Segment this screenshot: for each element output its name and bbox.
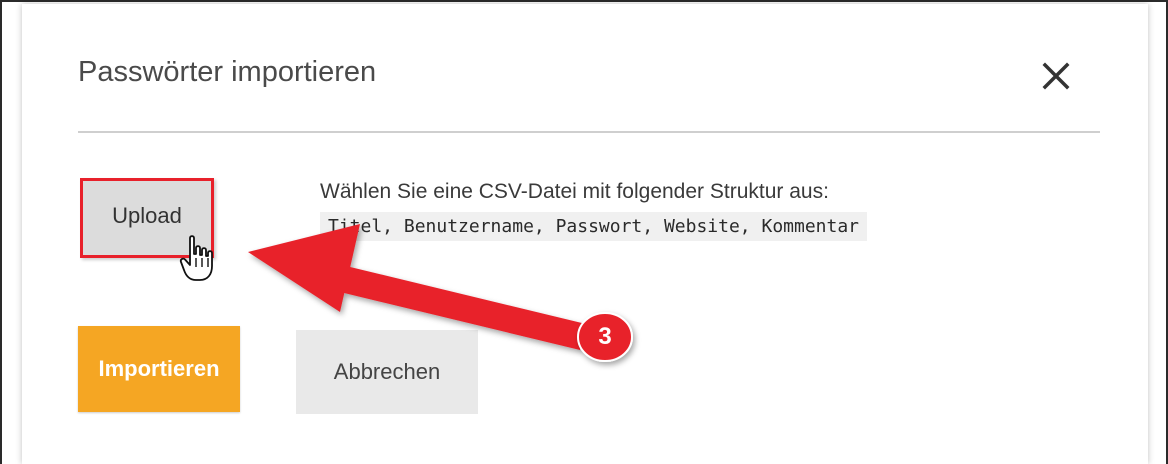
dialog-title: Passwörter importieren	[78, 56, 377, 88]
cancel-button[interactable]: Abbrechen	[296, 330, 478, 414]
close-button[interactable]	[1036, 56, 1076, 96]
window-frame-left	[0, 0, 2, 464]
import-button[interactable]: Importieren	[78, 326, 240, 412]
header-divider	[78, 131, 1100, 133]
close-icon	[1042, 62, 1070, 90]
import-button-label: Importieren	[98, 356, 220, 381]
csv-structure-code: Titel, Benutzername, Passwort, Website, …	[320, 212, 868, 241]
window-frame-top	[0, 0, 1168, 2]
hand-pointer-icon	[179, 235, 213, 281]
upload-button-label: Upload	[112, 203, 182, 228]
cancel-button-label: Abbrechen	[333, 359, 441, 384]
csv-description: Wählen Sie eine CSV-Datei mit folgender …	[320, 180, 829, 203]
step-number: 3	[598, 323, 612, 350]
screenshot-page: Passwörter importieren Upload Wählen Sie…	[0, 0, 1168, 464]
